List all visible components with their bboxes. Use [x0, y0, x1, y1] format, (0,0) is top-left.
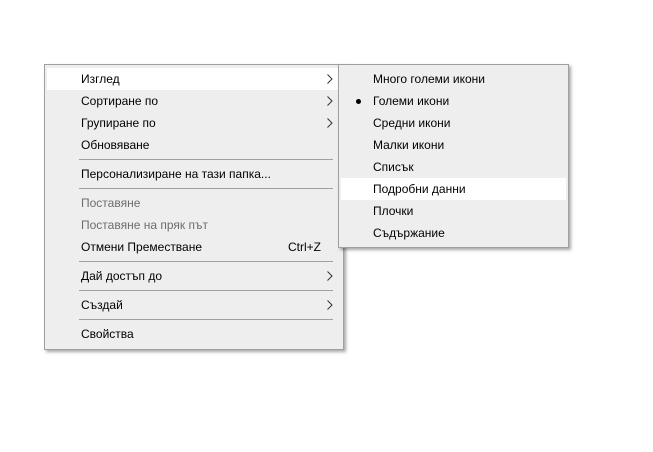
menu-item-paste-shortcut: Поставяне на пряк път	[47, 214, 341, 236]
menu-item-label: Малки икони	[373, 138, 445, 152]
menu-item-label: Отмени Преместване	[81, 240, 203, 254]
chevron-right-icon	[325, 265, 335, 287]
keyboard-shortcut: Ctrl+Z	[288, 240, 321, 254]
menu-separator	[79, 159, 333, 160]
submenu-item-small-icons[interactable]: Малки икони	[341, 134, 566, 156]
menu-item-label: Списък	[373, 160, 414, 174]
menu-item-label: Съдържание	[373, 226, 445, 240]
menu-item-label: Сортиране по	[81, 94, 159, 108]
menu-item-label: Създай	[81, 298, 123, 312]
menu-separator	[79, 290, 333, 291]
menu-item-new[interactable]: Създай	[47, 294, 341, 316]
submenu-item-content[interactable]: Съдържание	[341, 222, 566, 244]
menu-item-label: Подробни данни	[373, 182, 466, 196]
menu-item-label: Персонализиране на тази папка...	[81, 167, 271, 181]
menu-item-label: Големи икони	[373, 94, 450, 108]
menu-item-sort-by[interactable]: Сортиране по	[47, 90, 341, 112]
chevron-right-icon	[325, 90, 335, 112]
menu-item-view[interactable]: Изглед	[47, 68, 341, 90]
menu-item-give-access[interactable]: Дай достъп до	[47, 265, 341, 287]
menu-item-label: Свойства	[81, 327, 134, 341]
menu-item-undo-move[interactable]: Отмени Преместване Ctrl+Z	[47, 236, 341, 258]
menu-item-customize-folder[interactable]: Персонализиране на тази папка...	[47, 163, 341, 185]
selected-bullet-icon	[356, 99, 361, 104]
menu-separator	[79, 188, 333, 189]
menu-item-label: Много големи икони	[373, 72, 485, 86]
submenu-item-list[interactable]: Списък	[341, 156, 566, 178]
menu-item-label: Средни икони	[373, 116, 451, 130]
submenu-item-medium-icons[interactable]: Средни икони	[341, 112, 566, 134]
menu-separator	[79, 261, 333, 262]
menu-item-group-by[interactable]: Групиране по	[47, 112, 341, 134]
menu-item-label: Поставяне	[81, 196, 141, 210]
menu-item-label: Групиране по	[81, 116, 156, 130]
view-submenu: Много големи икони Големи икони Средни и…	[338, 64, 569, 248]
submenu-item-tiles[interactable]: Плочки	[341, 200, 566, 222]
submenu-item-extra-large-icons[interactable]: Много големи икони	[341, 68, 566, 90]
menu-item-paste: Поставяне	[47, 192, 341, 214]
menu-item-label: Плочки	[373, 204, 414, 218]
menu-item-label: Дай достъп до	[81, 269, 163, 283]
menu-item-properties[interactable]: Свойства	[47, 323, 341, 345]
context-menu: Изглед Сортиране по Групиране по Обновяв…	[44, 64, 344, 350]
menu-item-label: Изглед	[81, 72, 120, 86]
submenu-item-details[interactable]: Подробни данни	[341, 178, 566, 200]
submenu-item-large-icons[interactable]: Големи икони	[341, 90, 566, 112]
chevron-right-icon	[325, 68, 335, 90]
menu-item-label: Поставяне на пряк път	[81, 218, 208, 232]
chevron-right-icon	[325, 112, 335, 134]
menu-item-label: Обновяване	[81, 138, 150, 152]
menu-separator	[79, 319, 333, 320]
menu-item-refresh[interactable]: Обновяване	[47, 134, 341, 156]
chevron-right-icon	[325, 294, 335, 316]
